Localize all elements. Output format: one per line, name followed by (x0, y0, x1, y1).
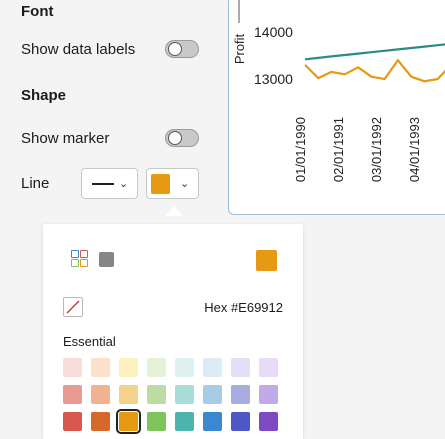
line-label: Line (21, 175, 50, 192)
no-color-swatch[interactable] (63, 297, 83, 317)
color-swatch[interactable] (231, 385, 250, 404)
line-color-swatch (151, 174, 170, 194)
hex-value-label[interactable]: Hex #E69912 (183, 300, 283, 315)
chart-preview: Profit 14000 13000 01/01/1990 02/01/1991 03/0… (228, 0, 445, 215)
series-line (304, 59, 445, 83)
no-color-slash-icon (66, 300, 80, 314)
x-tick-label: 02/01/1991 (331, 117, 346, 182)
show-marker-toggle[interactable] (165, 129, 199, 147)
color-swatch[interactable] (175, 385, 194, 404)
color-swatch[interactable] (147, 358, 166, 377)
line-color-dropdown[interactable]: ⌄ (146, 168, 199, 199)
current-color-swatch (256, 250, 277, 271)
palette-icon[interactable] (71, 250, 89, 268)
x-tick-label: 04/01/1993 (407, 117, 422, 182)
y-axis-label: Profit (232, 33, 247, 64)
toggle-knob (168, 42, 182, 56)
series-line (304, 43, 445, 61)
color-swatch[interactable] (259, 412, 278, 431)
solid-line-icon (92, 183, 114, 185)
color-swatch[interactable] (231, 358, 250, 377)
color-swatch[interactable] (203, 358, 222, 377)
color-swatch[interactable] (175, 358, 194, 377)
color-swatch[interactable] (119, 358, 138, 377)
color-swatch[interactable] (116, 409, 141, 434)
color-swatch[interactable] (63, 385, 82, 404)
x-tick-label: 01/01/1990 (293, 117, 308, 182)
y-tick-label: 13000 (254, 71, 293, 87)
color-swatch[interactable] (259, 358, 278, 377)
color-swatch[interactable] (175, 412, 194, 431)
color-swatch[interactable] (259, 385, 278, 404)
color-swatch[interactable] (91, 358, 110, 377)
y-tick-label: 14000 (254, 24, 293, 40)
color-swatch[interactable] (147, 412, 166, 431)
shape-section-title: Shape (21, 87, 67, 104)
color-swatch[interactable] (63, 412, 82, 431)
chevron-down-icon: ⌄ (119, 178, 129, 190)
color-swatch[interactable] (119, 385, 138, 404)
font-section-title: Font (21, 3, 54, 20)
color-swatch[interactable] (91, 412, 110, 431)
popover-pointer (165, 206, 183, 216)
color-swatch[interactable] (147, 385, 166, 404)
palette-title: Essential (63, 334, 116, 349)
line-style-dropdown[interactable]: ⌄ (81, 168, 138, 199)
color-swatch[interactable] (91, 385, 110, 404)
color-swatch[interactable] (203, 385, 222, 404)
x-tick-label: 03/01/1992 (369, 117, 384, 182)
solid-color-icon[interactable] (99, 252, 114, 267)
show-data-labels-toggle[interactable] (165, 40, 199, 58)
toggle-knob (168, 131, 182, 145)
show-marker-label: Show marker (21, 130, 110, 147)
line-chart: Profit 14000 13000 01/01/1990 02/01/1991 03/0… (232, 0, 445, 182)
color-swatch[interactable] (203, 412, 222, 431)
chevron-down-icon: ⌄ (180, 178, 190, 190)
color-picker-popover: Hex #E69912 Essential (43, 224, 303, 439)
color-swatch[interactable] (231, 412, 250, 431)
color-swatch[interactable] (63, 358, 82, 377)
show-data-labels-label: Show data labels (21, 41, 136, 58)
